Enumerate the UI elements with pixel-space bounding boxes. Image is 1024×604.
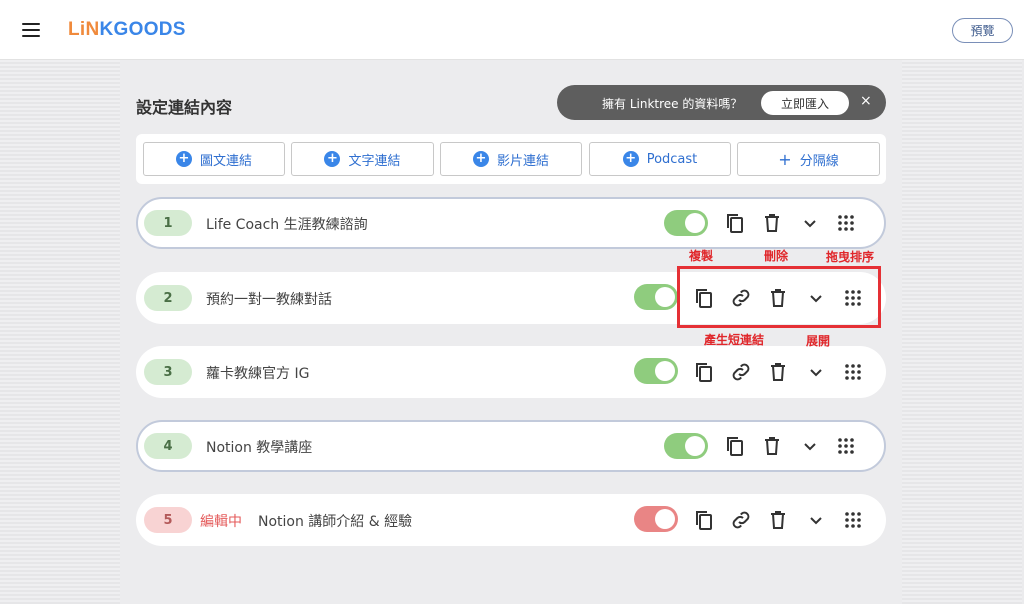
annotation-expand: 展開 <box>806 334 831 348</box>
enable-toggle[interactable] <box>634 506 678 532</box>
enable-toggle[interactable] <box>634 284 678 310</box>
link-icon[interactable] <box>729 360 753 384</box>
add-text-link-button[interactable]: + 文字連結 <box>291 142 434 176</box>
drag-handle-icon[interactable] <box>834 434 858 458</box>
enable-toggle[interactable] <box>664 433 708 459</box>
link-row-3: 3 蘿卡教練官方 IG <box>136 346 886 398</box>
row-number-badge: 2 <box>144 285 192 311</box>
chevron-down-icon[interactable] <box>798 211 822 235</box>
drag-handle-icon[interactable] <box>841 286 865 310</box>
enable-toggle[interactable] <box>664 210 708 236</box>
row-number-badge: 4 <box>144 433 192 459</box>
left-margin <box>0 60 120 604</box>
add-image-link-button[interactable]: + 圖文連結 <box>143 142 285 176</box>
delete-icon[interactable] <box>766 360 790 384</box>
row-number-badge: 5 <box>144 507 192 533</box>
link-row-5: 5 編輯中 Notion 講師介紹 & 經驗 <box>136 494 886 546</box>
delete-icon[interactable] <box>766 508 790 532</box>
link-icon[interactable] <box>729 508 753 532</box>
copy-icon[interactable] <box>723 211 747 235</box>
add-video-link-button[interactable]: + 影片連結 <box>440 142 582 176</box>
right-margin <box>902 60 1022 604</box>
plus-circle-icon: + <box>324 151 341 167</box>
plus-circle-icon: + <box>175 151 192 167</box>
annotation-delete: 刪除 <box>764 249 789 263</box>
row-number-badge: 1 <box>144 210 192 236</box>
copy-icon[interactable] <box>692 360 716 384</box>
row-title: Notion 教學講座 <box>206 440 313 456</box>
annotation-drag-sort: 拖曳排序 <box>826 250 875 264</box>
preview-button[interactable]: 預覽 <box>952 18 1013 43</box>
link-row-4: 4 Notion 教學講座 <box>136 420 886 472</box>
drag-handle-icon[interactable] <box>841 360 865 384</box>
link-row-1: 1 Life Coach 生涯教練諮詢 <box>136 197 886 249</box>
plus-circle-icon: + <box>622 151 639 167</box>
delete-icon[interactable] <box>766 286 790 310</box>
plus-icon: + <box>778 149 792 169</box>
annotation-copy: 複製 <box>689 249 714 263</box>
import-now-button[interactable]: 立即匯入 <box>761 91 849 115</box>
enable-toggle[interactable] <box>634 358 678 384</box>
copy-icon[interactable] <box>692 286 716 310</box>
row-title: Notion 講師介紹 & 經驗 <box>258 514 413 530</box>
plus-circle-icon: + <box>472 151 489 167</box>
row-title: 蘿卡教練官方 IG <box>206 366 310 382</box>
row-title: Life Coach 生涯教練諮詢 <box>206 217 368 233</box>
section-title: 設定連結內容 <box>136 98 233 117</box>
link-icon[interactable] <box>729 286 753 310</box>
link-row-2: 2 預約一對一教練對話 <box>136 272 886 324</box>
chevron-down-icon[interactable] <box>804 360 828 384</box>
copy-icon[interactable] <box>692 508 716 532</box>
top-bar: LiNKGOODS 預覽 <box>0 0 1024 60</box>
add-link-panel: + 圖文連結 + 文字連結 + 影片連結 + Podcast + 分隔線 <box>136 134 886 184</box>
add-podcast-button[interactable]: + Podcast <box>589 142 731 176</box>
linktree-import-banner: 擁有 Linktree 的資料嗎？ 立即匯入 × <box>557 85 886 120</box>
chevron-down-icon[interactable] <box>804 508 828 532</box>
logo: LiNKGOODS <box>68 19 186 40</box>
drag-handle-icon[interactable] <box>834 211 858 235</box>
row-title: 預約一對一教練對話 <box>206 292 332 308</box>
drag-handle-icon[interactable] <box>841 508 865 532</box>
editing-badge: 編輯中 <box>200 514 242 530</box>
chevron-down-icon[interactable] <box>798 434 822 458</box>
delete-icon[interactable] <box>760 434 784 458</box>
add-divider-button[interactable]: + 分隔線 <box>737 142 880 176</box>
hamburger-menu-icon[interactable] <box>22 23 40 37</box>
row-number-badge: 3 <box>144 359 192 385</box>
delete-icon[interactable] <box>760 211 784 235</box>
chevron-down-icon[interactable] <box>804 286 828 310</box>
close-icon[interactable]: × <box>860 93 872 109</box>
copy-icon[interactable] <box>723 434 747 458</box>
annotation-short-link: 產生短連結 <box>704 333 765 347</box>
import-banner-text: 擁有 Linktree 的資料嗎？ <box>602 97 743 111</box>
